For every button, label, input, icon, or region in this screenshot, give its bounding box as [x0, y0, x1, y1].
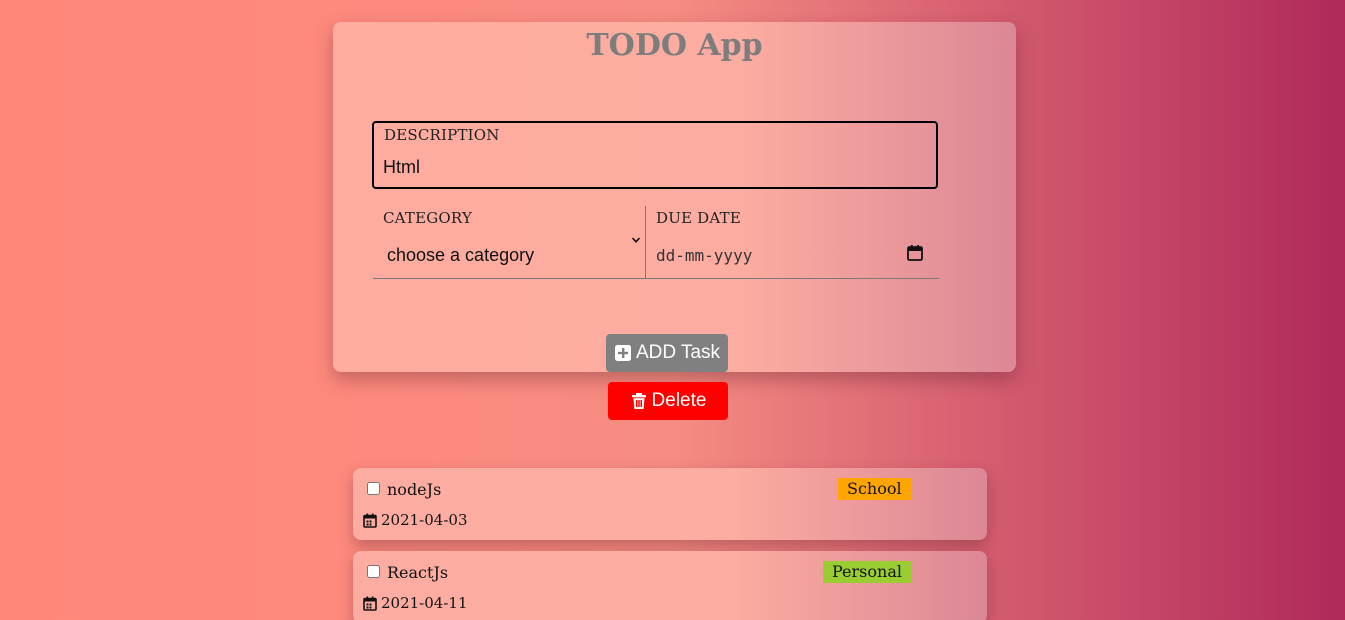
plus-square-icon: [614, 345, 631, 361]
calendar-icon[interactable]: [906, 244, 924, 262]
calendar-icon: [363, 596, 377, 611]
task-item: ReactJs Personal 2021-04-11: [353, 551, 987, 620]
description-label: DESCRIPTION: [384, 126, 500, 144]
add-task-label: ADD Task: [635, 342, 721, 363]
task-checkbox[interactable]: [367, 565, 380, 578]
description-field[interactable]: DESCRIPTION: [372, 121, 938, 189]
task-name: nodeJs: [387, 480, 442, 499]
task-category-badge: Personal: [823, 561, 911, 583]
category-date-row: CATEGORY choose a category DUE DATE dd-m…: [373, 206, 939, 279]
due-date-input[interactable]: dd-mm-yyyy: [656, 246, 752, 265]
category-select[interactable]: CATEGORY choose a category: [373, 206, 646, 278]
task-date: 2021-04-11: [381, 594, 468, 612]
add-task-button[interactable]: ADD Task: [606, 334, 728, 372]
delete-label: Delete: [651, 390, 707, 411]
app-title: TODO App: [586, 28, 763, 63]
due-date-label: DUE DATE: [656, 209, 741, 227]
trash-icon: [631, 393, 646, 409]
task-checkbox[interactable]: [367, 482, 380, 495]
task-item: nodeJs School 2021-04-03: [353, 468, 987, 540]
calendar-icon: [363, 513, 377, 528]
task-category-badge: School: [838, 478, 911, 500]
todo-form-card: TODO App DESCRIPTION CATEGORY choose a c…: [333, 22, 1016, 372]
chevron-down-icon[interactable]: [631, 235, 641, 245]
category-label: CATEGORY: [383, 209, 473, 227]
delete-button[interactable]: Delete: [608, 382, 728, 420]
description-input[interactable]: [383, 157, 903, 178]
task-name: ReactJs: [387, 563, 449, 582]
due-date-field[interactable]: DUE DATE dd-mm-yyyy: [646, 206, 939, 278]
task-date: 2021-04-03: [381, 511, 468, 529]
category-selected-value[interactable]: choose a category: [387, 245, 534, 266]
